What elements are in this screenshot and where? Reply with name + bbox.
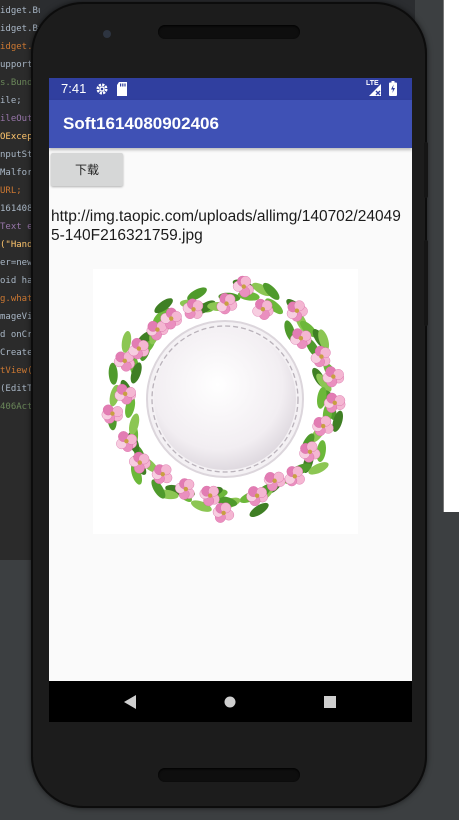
device-screen: 7:41 LTE Soft1614080902406 下载 http://img… [49,78,412,722]
recents-icon[interactable] [324,696,336,708]
back-icon[interactable] [123,695,137,709]
ide-code-line: idget.Butt [0,6,40,16]
lte-signal-icon [369,84,381,96]
power-button[interactable] [424,142,428,198]
volume-button[interactable] [424,240,428,326]
gear-icon [96,83,108,95]
front-camera [103,30,111,38]
downloaded-image [93,269,358,534]
app-bar: Soft1614080902406 [49,100,412,148]
status-bar: 7:41 LTE [49,78,412,100]
home-icon[interactable] [224,696,236,708]
status-time: 7:41 [61,81,87,96]
download-button[interactable]: 下载 [51,153,123,186]
floral-wreath-image [101,275,346,523]
battery-icon [389,81,397,96]
bottom-speaker [158,768,300,782]
image-url-text: http://img.taopic.com/uploads/allimg/140… [51,208,401,244]
ide-preview-panel [443,0,459,512]
navigation-bar [49,681,412,722]
app-title: Soft1614080902406 [63,114,219,133]
sd-card-icon [117,82,127,96]
top-speaker [158,25,300,39]
